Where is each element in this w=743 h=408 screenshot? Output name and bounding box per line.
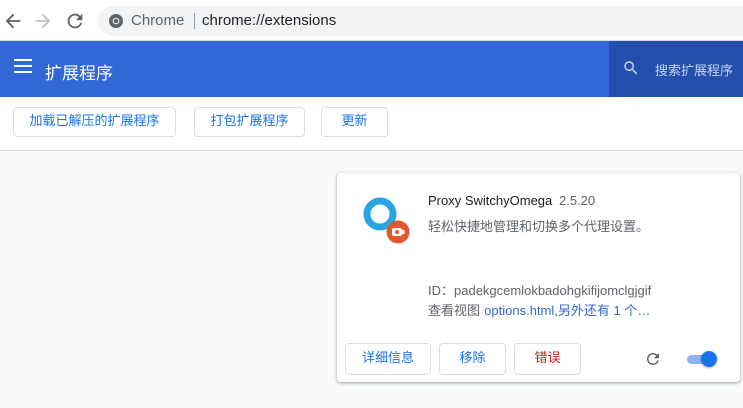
reload-page-icon[interactable] [64,10,86,32]
extension-card: Proxy SwitchyOmega 2.5.20 轻松快捷地管理和切换多个代理… [337,173,740,382]
extension-description: 轻松快捷地管理和切换多个代理设置。 [428,220,650,235]
switchyomega-icon [361,195,411,245]
hamburger-menu-icon[interactable] [14,59,32,73]
back-icon[interactable] [2,10,24,32]
search-placeholder: 搜索扩展程序 [655,64,734,79]
search-input[interactable]: 搜索扩展程序 [609,41,743,97]
extension-version: 2.5.20 [559,193,596,208]
inspect-views: 查看视图 options.html,另外还有 1 个… [428,300,650,319]
page-title: 扩展程序 [45,64,113,84]
toggle-knob [701,351,717,367]
pack-extension-button[interactable]: 打包扩展程序 [194,107,305,137]
chrome-icon [108,13,124,29]
extension-name: Proxy SwitchyOmega [428,193,553,208]
site-label: Chrome [131,12,185,29]
enable-toggle[interactable] [685,350,719,368]
url-text[interactable]: chrome://extensions [202,12,336,29]
reload-extension-icon[interactable] [644,350,662,368]
details-button[interactable]: 详细信息 [345,343,431,375]
address-separator [194,13,195,29]
search-icon [622,59,640,77]
extensions-header: 扩展程序 搜索扩展程序 [0,41,743,97]
errors-button[interactable]: 错误 [514,343,581,375]
inspect-views-label: 查看视图 [428,304,481,319]
address-bar[interactable]: Chrome chrome://extensions [98,6,743,36]
developer-toolbar: 加载已解压的扩展程序 打包扩展程序 更新 [0,97,743,151]
inspect-views-link[interactable]: options.html,另外还有 1 个… [484,303,650,318]
browser-toolbar: Chrome chrome://extensions [0,0,743,41]
load-unpacked-button[interactable]: 加载已解压的扩展程序 [13,107,176,137]
update-button[interactable]: 更新 [321,107,388,137]
extension-id: ID：padekgcemlokbadohgkifijomclgjgif [428,283,652,298]
remove-button[interactable]: 移除 [439,343,506,375]
forward-icon[interactable] [32,10,54,32]
